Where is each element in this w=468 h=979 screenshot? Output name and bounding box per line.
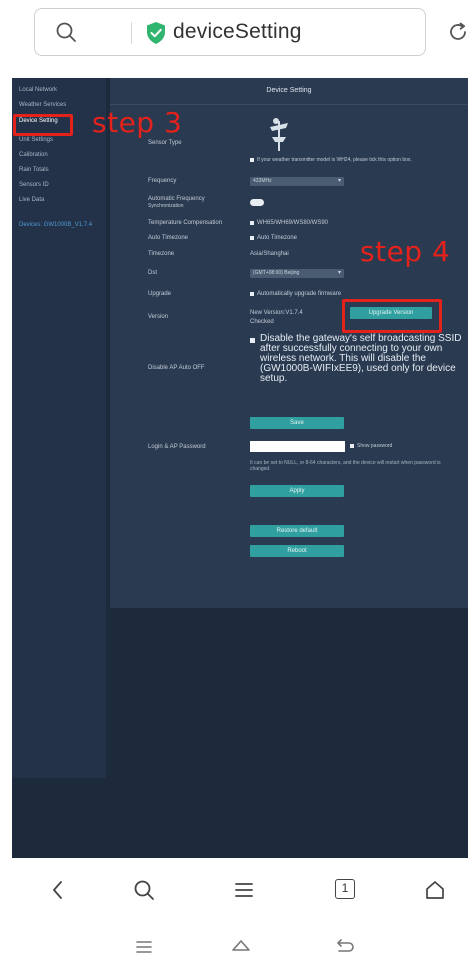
dst-select[interactable]: (GMT+08:00) Beijing ▾: [250, 269, 344, 278]
new-version-text: New Version:V1.7.4: [250, 310, 303, 316]
sidebar-item-local-network[interactable]: Local Network: [19, 87, 57, 93]
weather-sensor-icon: [270, 118, 288, 151]
frequency-value: 433MHz: [253, 178, 272, 184]
frequency-select[interactable]: 433MHz ▾: [250, 177, 344, 186]
sidebar-item-rain-totals[interactable]: Rain Totals: [19, 167, 49, 173]
sidebar-item-sensors-id[interactable]: Sensors ID: [19, 182, 49, 188]
apply-button[interactable]: Apply: [250, 485, 344, 497]
temp-compensation-checkbox[interactable]: [250, 221, 254, 225]
frequency-label: Frequency: [148, 178, 177, 184]
address-bar[interactable]: deviceSetting: [34, 8, 466, 56]
restore-default-button[interactable]: Restore default: [250, 525, 344, 537]
search-icon[interactable]: [132, 878, 156, 902]
auto-timezone-checkbox[interactable]: [250, 236, 254, 240]
recent-apps-icon[interactable]: [133, 936, 155, 958]
system-home-icon[interactable]: [229, 936, 253, 958]
sensor-type-text: If your weather transmitter model is WH2…: [257, 157, 412, 163]
sidebar: Local Network Weather Services Device Se…: [12, 78, 106, 778]
home-icon[interactable]: [423, 878, 447, 902]
tabs-icon[interactable]: 1: [335, 879, 355, 899]
dst-value: (GMT+08:00) Beijing: [253, 270, 300, 276]
password-note: It can be set to NULL, or 8-64 character…: [250, 460, 441, 472]
temp-compensation-value: WH65/WH69/WS80/WS90: [257, 220, 329, 226]
web-content: Local Network Weather Services Device Se…: [12, 78, 468, 858]
upgrade-label: Upgrade: [148, 291, 172, 297]
step3-label: step 3: [92, 106, 183, 139]
back-icon[interactable]: [48, 878, 68, 902]
chevron-down-icon: ▾: [337, 178, 341, 184]
timezone-value: Asia/Shanghai: [250, 251, 289, 257]
password-input[interactable]: [250, 441, 345, 452]
version-label: Version: [148, 314, 169, 320]
secure-shield-icon: [147, 22, 165, 44]
sidebar-item-live-data[interactable]: Live Data: [19, 197, 44, 203]
reload-icon[interactable]: [446, 20, 468, 44]
step4-highlight-box: [342, 299, 442, 333]
show-password-label: Show password: [357, 443, 393, 449]
tab-count: 1: [341, 881, 349, 895]
sidebar-item-calibration[interactable]: Calibration: [19, 152, 48, 158]
panel-divider: [110, 104, 468, 105]
disable-ap-description: Disable the gateway's self broadcasting …: [260, 333, 462, 384]
address-separator: [131, 22, 132, 44]
step3-highlight-box: [13, 114, 73, 136]
auto-upgrade-checkbox[interactable]: [250, 292, 254, 296]
login-password-label: Login & AP Password: [148, 444, 206, 450]
sensor-type-label: Sensor Type: [148, 140, 182, 146]
dst-label: Dst: [148, 270, 157, 276]
auto-timezone-label: Auto Timezone: [148, 235, 189, 241]
system-back-icon[interactable]: [333, 936, 357, 958]
auto-upgrade-text: Automatically upgrade firmware: [257, 291, 342, 297]
auto-frequency-toggle[interactable]: [250, 199, 264, 206]
reboot-button[interactable]: Reboot: [250, 545, 344, 557]
device-setting-panel: Device Setting Sensor Type If your weath…: [110, 78, 468, 608]
save-button[interactable]: Save: [250, 417, 344, 429]
url-text[interactable]: deviceSetting: [173, 20, 302, 44]
temp-compensation-label: Temperature Compensation: [148, 220, 223, 226]
firmware-version: Devices: GW1000B_V1.7.4: [19, 222, 93, 228]
show-password-checkbox[interactable]: [350, 444, 354, 448]
timezone-label: Timezone: [148, 251, 175, 257]
auto-frequency-label: Automatic Frequency: [148, 196, 205, 202]
sidebar-item-unit-settings[interactable]: Unit Settings: [19, 137, 53, 143]
panel-title: Device Setting: [266, 87, 312, 94]
menu-icon[interactable]: [232, 878, 256, 902]
auto-timezone-value: Auto Timezone: [257, 235, 298, 241]
chevron-down-icon: ▾: [337, 270, 341, 276]
sensor-type-checkbox[interactable]: [250, 158, 254, 162]
sidebar-item-weather-services[interactable]: Weather Services: [19, 102, 66, 108]
version-note: Checked: [250, 319, 274, 325]
disable-ap-checkbox[interactable]: [250, 338, 255, 343]
search-icon[interactable]: [55, 21, 77, 43]
step4-label: step 4: [360, 235, 451, 268]
disable-ap-label: Disable AP Auto OFF: [148, 365, 205, 371]
auto-frequency-sublabel: Synchronization: [148, 203, 184, 209]
